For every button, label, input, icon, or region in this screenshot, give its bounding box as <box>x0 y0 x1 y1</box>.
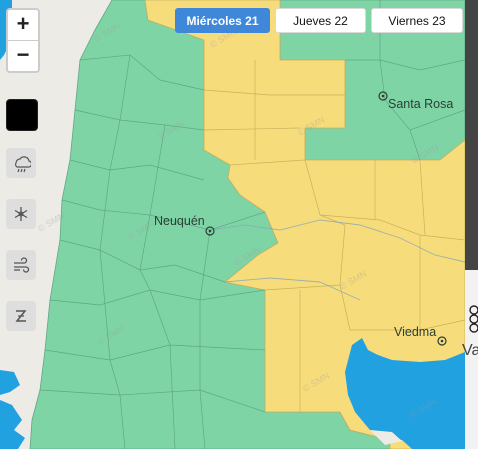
wind-layer-button[interactable] <box>6 250 36 280</box>
alert-map[interactable]: © SMN © SMN © SMN © SMN © SMN © SMN © SM… <box>0 0 478 449</box>
city-label-neuquen: Neuquén <box>154 214 205 228</box>
snow-icon <box>14 207 28 221</box>
zoom-control: + − <box>6 8 40 73</box>
tab-jueves[interactable]: Jueves 22 <box>275 8 366 33</box>
tab-viernes[interactable]: Viernes 23 <box>371 8 463 33</box>
edge-text: Va <box>462 342 478 359</box>
color-swatch-button[interactable] <box>6 99 38 131</box>
hex-icon <box>466 302 478 336</box>
day-tabs: Miércoles 21 Jueves 22 Viernes 23 <box>175 8 463 33</box>
wind-icon <box>14 257 30 273</box>
snow-layer-button[interactable] <box>6 199 36 229</box>
tab-miercoles[interactable]: Miércoles 21 <box>175 8 270 33</box>
zonda-icon <box>15 310 27 322</box>
zoom-in-button[interactable]: + <box>8 10 38 40</box>
zonda-layer-button[interactable] <box>6 301 36 331</box>
city-label-santa-rosa: Santa Rosa <box>388 97 454 111</box>
rain-layer-button[interactable] <box>6 148 36 178</box>
rain-icon <box>15 156 31 173</box>
city-label-viedma: Viedma <box>394 325 437 339</box>
zoom-out-button[interactable]: − <box>8 40 38 71</box>
